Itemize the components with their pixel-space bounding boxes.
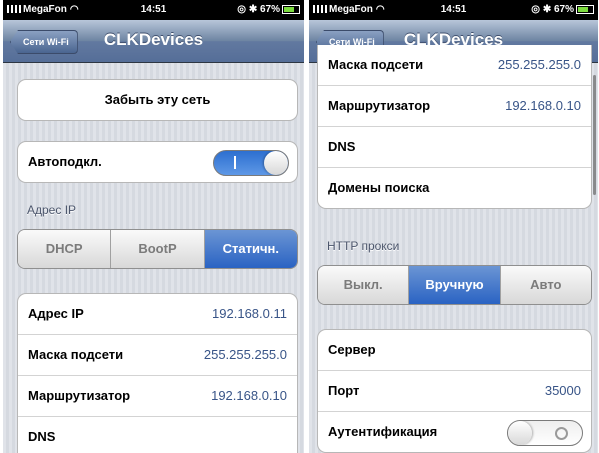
status-right: ◎ ✱ 67% — [237, 4, 300, 15]
battery-percent: 67% — [259, 4, 280, 15]
autojoin-label: Автоподкл. — [28, 154, 102, 169]
segment-static[interactable]: Статичн. — [204, 230, 297, 268]
row-server[interactable]: Сервер — [318, 330, 591, 371]
autojoin-group: Автоподкл. — [17, 141, 298, 183]
status-bar: MegaFon ◠ 14:51 ◎ ✱ 67% — [309, 0, 598, 20]
forget-group: Забыть эту сеть — [17, 79, 298, 121]
ip-mode-segmented: DHCP BootP Статичн. — [17, 229, 298, 269]
row-ip-address[interactable]: Адрес IP 192.168.0.11 — [18, 294, 297, 335]
authentication-toggle[interactable] — [507, 420, 583, 446]
row-router[interactable]: Маршрутизатор 192.168.0.10 — [18, 376, 297, 417]
autojoin-row: Автоподкл. — [18, 142, 297, 182]
forget-network-button[interactable]: Забыть эту сеть — [18, 80, 297, 120]
row-port[interactable]: Порт 35000 — [318, 371, 591, 412]
lock-icon: ◎ — [237, 4, 247, 15]
row-router[interactable]: Маршрутизатор 192.168.0.10 — [318, 86, 591, 127]
proxy-section-label: HTTP прокси — [327, 239, 400, 253]
battery-icon — [576, 4, 594, 14]
row-authentication: Аутентификация — [318, 412, 591, 452]
status-bar: MegaFon ◠ 14:51 ◎ ✱ 67% — [3, 0, 304, 20]
segment-bootp[interactable]: BootP — [111, 230, 205, 268]
battery-percent: 67% — [553, 4, 574, 15]
right-screen: MegaFon ◠ 14:51 ◎ ✱ 67% Сети Wi-Fi CLKDev… — [309, 0, 598, 453]
row-search-domains[interactable]: Домены поиска — [318, 168, 591, 208]
autojoin-toggle[interactable] — [213, 150, 289, 176]
lock-icon: ◎ — [531, 4, 541, 15]
row-dns[interactable]: DNS — [318, 127, 591, 168]
content: Забыть эту сеть Автоподкл. Адрес IP DHCP… — [3, 63, 304, 453]
ip-section-label: Адрес IP — [27, 203, 77, 217]
segment-manual[interactable]: Вручную — [409, 266, 501, 304]
ip-details-group: Маска подсети 255.255.255.0 Маршрутизатор… — [317, 45, 592, 209]
battery-icon — [282, 4, 300, 14]
scrollbar[interactable] — [593, 75, 596, 195]
status-right: ◎ ✱ 67% — [531, 4, 594, 15]
nav-title: CLKDevices — [103, 30, 204, 49]
row-dns[interactable]: DNS — [18, 417, 297, 453]
ip-details-group: Адрес IP 192.168.0.11 Маска подсети 255.25… — [17, 293, 298, 453]
proxy-mode-segmented: Выкл. Вручную Авто — [317, 265, 592, 305]
nav-bar: Сети Wi-Fi CLKDevices — [3, 20, 304, 63]
row-subnet-mask[interactable]: Маска подсети 255.255.255.0 — [18, 335, 297, 376]
segment-dhcp[interactable]: DHCP — [18, 230, 112, 268]
proxy-details-group: Сервер Порт 35000 Аутентификация — [317, 329, 592, 453]
left-screen: MegaFon ◠ 14:51 ◎ ✱ 67% Сети Wi-Fi CLKDev… — [3, 0, 304, 453]
content: Маска подсети 255.255.255.0 Маршрутизатор… — [309, 45, 598, 453]
row-subnet-mask[interactable]: Маска подсети 255.255.255.0 — [318, 45, 591, 86]
segment-off[interactable]: Выкл. — [318, 266, 410, 304]
bluetooth-icon: ✱ — [542, 4, 552, 15]
bluetooth-icon: ✱ — [248, 4, 258, 15]
segment-auto[interactable]: Авто — [500, 266, 591, 304]
